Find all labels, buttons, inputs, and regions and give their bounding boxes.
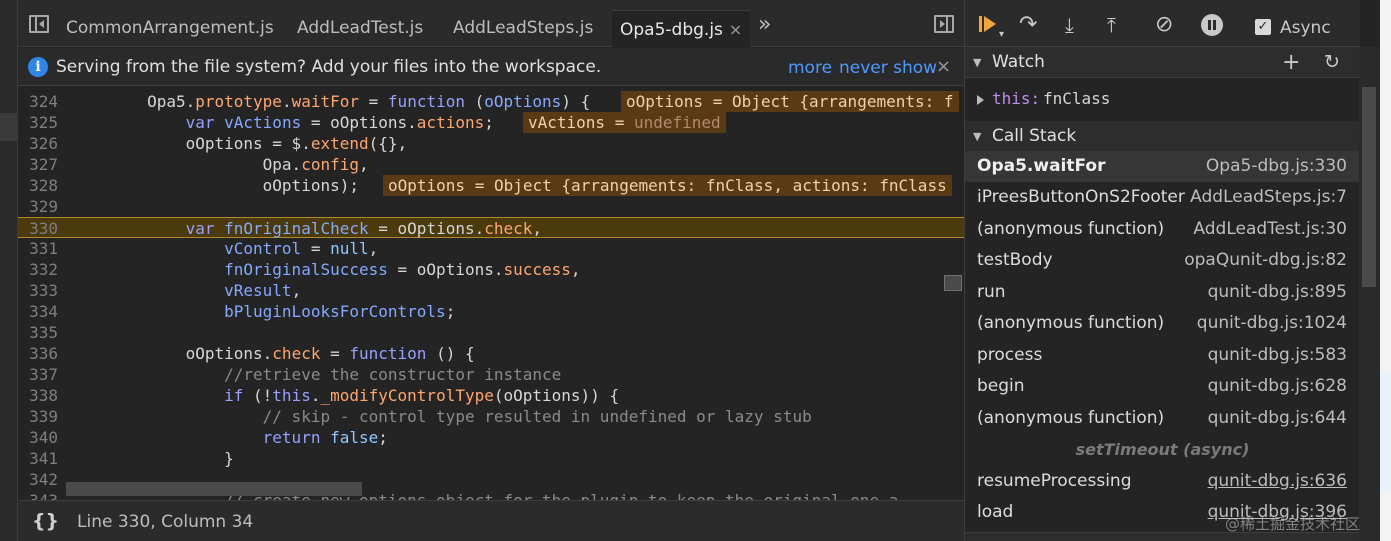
call-frame[interactable]: resumeProcessing qunit-dbg.js:636 <box>965 466 1360 497</box>
code-line: 328 oOptions); oOptions = Object {arrange… <box>18 175 964 196</box>
code-line: 327 Opa.config, <box>29 155 369 174</box>
code-line: 335 <box>29 323 58 342</box>
add-watch-icon[interactable]: + <box>1282 47 1300 78</box>
resume-icon[interactable]: ▾ <box>979 14 1009 40</box>
inline-value: oOptions = Object {arrangements: f <box>621 91 959 112</box>
code-line: 340 return false; <box>29 428 388 447</box>
code-line: 324 Opa5.prototype.waitFor = function (o… <box>18 91 964 112</box>
code-line: 339 // skip - control type resulted in u… <box>29 407 812 426</box>
call-frame[interactable]: (anonymous function) qunit-dbg.js:1024 <box>965 308 1360 339</box>
inline-value: vActions = undefined <box>523 112 726 133</box>
more-link[interactable]: more <box>788 58 832 78</box>
watermark: @稀土掘金技术社区 <box>1225 515 1361 533</box>
chevron-down-icon: ▼ <box>973 56 982 69</box>
left-panel-edge <box>0 0 18 541</box>
callstack-title: Call Stack <box>992 126 1077 146</box>
code-line: 341 } <box>29 449 234 468</box>
tab-common-arrangement[interactable]: CommonArrangement.js <box>66 10 274 47</box>
watch-title: Watch <box>992 52 1045 72</box>
code-line: 329 <box>29 197 58 216</box>
debugger-toolbar: ▾ ↷ ⤓ ⤒ ⊘ ✓ Async <box>965 0 1360 47</box>
call-frame[interactable]: Opa5.waitFor Opa5-dbg.js:330 <box>965 151 1360 182</box>
inline-value: oOptions = Object {arrangements: fnClass… <box>383 175 952 196</box>
tab-label: CommonArrangement.js <box>66 18 274 38</box>
chevron-right-icon <box>977 95 984 105</box>
tab-label: AddLeadSteps.js <box>453 18 594 38</box>
call-frame[interactable]: begin qunit-dbg.js:628 <box>965 371 1360 402</box>
horizontal-scrollbar[interactable] <box>66 482 362 496</box>
infobar-close-icon[interactable]: × <box>936 56 951 77</box>
tab-label: AddLeadTest.js <box>297 18 424 38</box>
call-frame[interactable]: testBody opaQunit-dbg.js:82 <box>965 245 1360 276</box>
async-separator: setTimeout (async) <box>1075 440 1250 459</box>
code-line: 325 var vActions = oOptions.actions; vAct… <box>18 112 964 133</box>
sidebar-scroll-thumb[interactable] <box>1362 87 1376 287</box>
code-editor[interactable]: 324 Opa5.prototype.waitFor = function (o… <box>18 87 964 500</box>
code-line: 334 bPluginLooksForControls; <box>29 302 456 321</box>
async-label: Async <box>1280 18 1331 38</box>
info-icon: i <box>28 57 48 77</box>
chevron-down-icon: ▼ <box>973 130 982 143</box>
code-line: 332 fnOriginalSuccess = oOptions.success… <box>29 260 581 279</box>
tab-close-icon[interactable]: × <box>729 20 742 39</box>
toggle-navigator-icon[interactable] <box>29 15 49 33</box>
more-tabs-icon[interactable]: » <box>758 12 771 37</box>
call-frame[interactable]: iPreesButtonOnS2Footer AddLeadSteps.js:7 <box>965 182 1360 213</box>
tab-opa5-dbg[interactable]: Opa5-dbg.js × <box>612 10 751 47</box>
refresh-icon[interactable]: ↻ <box>1324 47 1340 78</box>
call-frame[interactable]: (anonymous function) AddLeadTest.js:30 <box>965 214 1360 245</box>
watch-expression[interactable]: this: fnClass <box>965 79 1360 121</box>
debugger-sidebar: ▾ ↷ ⤓ ⤒ ⊘ ✓ Async ▼ Watch + ↻ this: fnCl… <box>964 0 1360 541</box>
step-out-icon[interactable]: ⤒ <box>1107 14 1116 36</box>
tab-add-lead-steps[interactable]: AddLeadSteps.js <box>453 10 593 47</box>
watch-expression-value: fnClass <box>1043 89 1111 108</box>
code-line: 326 oOptions = $.extend({}, <box>29 134 408 153</box>
call-frame[interactable]: run qunit-dbg.js:895 <box>965 277 1360 308</box>
editor-status-bar: {} Line 330, Column 34 <box>18 500 964 541</box>
call-frame[interactable]: process qunit-dbg.js:583 <box>965 340 1360 371</box>
code-line: 338 if (!this._modifyControlType(oOption… <box>29 386 620 405</box>
tab-label: Opa5-dbg.js <box>620 20 723 40</box>
code-line: 336 oOptions.check = function () { <box>29 344 475 363</box>
vertical-scrollbar[interactable] <box>944 275 962 291</box>
workspace-infobar: i Serving from the file system? Add your… <box>18 48 964 86</box>
code-line: 333 vResult, <box>29 281 302 300</box>
infobar-message: Serving from the file system? Add your f… <box>56 57 602 77</box>
window-edge-highlight <box>1380 372 1391 492</box>
code-line: 331 vControl = null, <box>29 239 379 258</box>
step-over-icon[interactable]: ↷ <box>1019 14 1037 36</box>
watch-expression-name: this: <box>992 89 1041 108</box>
cursor-position: Line 330, Column 34 <box>77 512 254 532</box>
never-show-link[interactable]: never show <box>839 58 937 78</box>
toggle-debugger-icon[interactable] <box>934 15 954 33</box>
watch-section-header[interactable]: ▼ Watch + ↻ <box>965 47 1360 78</box>
code-line: 337 //retrieve the constructor instance <box>29 365 562 384</box>
pause-on-exceptions-icon[interactable] <box>1201 14 1223 36</box>
editor-tab-bar: CommonArrangement.js AddLeadTest.js AddL… <box>18 0 964 47</box>
call-frame[interactable]: (anonymous function) qunit-dbg.js:644 <box>965 403 1360 434</box>
pretty-print-icon[interactable]: {} <box>32 510 59 532</box>
callstack-section-header[interactable]: ▼ Call Stack <box>965 121 1360 152</box>
current-execution-line: 330 var fnOriginalCheck = oOptions.check… <box>18 217 964 238</box>
step-into-icon[interactable]: ⤓ <box>1065 14 1074 36</box>
left-panel-selection <box>0 113 18 141</box>
window-edge <box>1380 0 1391 541</box>
sidebar-scrollbar[interactable] <box>1359 47 1380 541</box>
tab-add-lead-test[interactable]: AddLeadTest.js <box>297 10 423 47</box>
deactivate-breakpoints-icon[interactable]: ⊘ <box>1155 14 1173 36</box>
async-checkbox[interactable]: ✓ <box>1255 19 1271 35</box>
editor-pane: CommonArrangement.js AddLeadTest.js AddL… <box>18 0 964 541</box>
